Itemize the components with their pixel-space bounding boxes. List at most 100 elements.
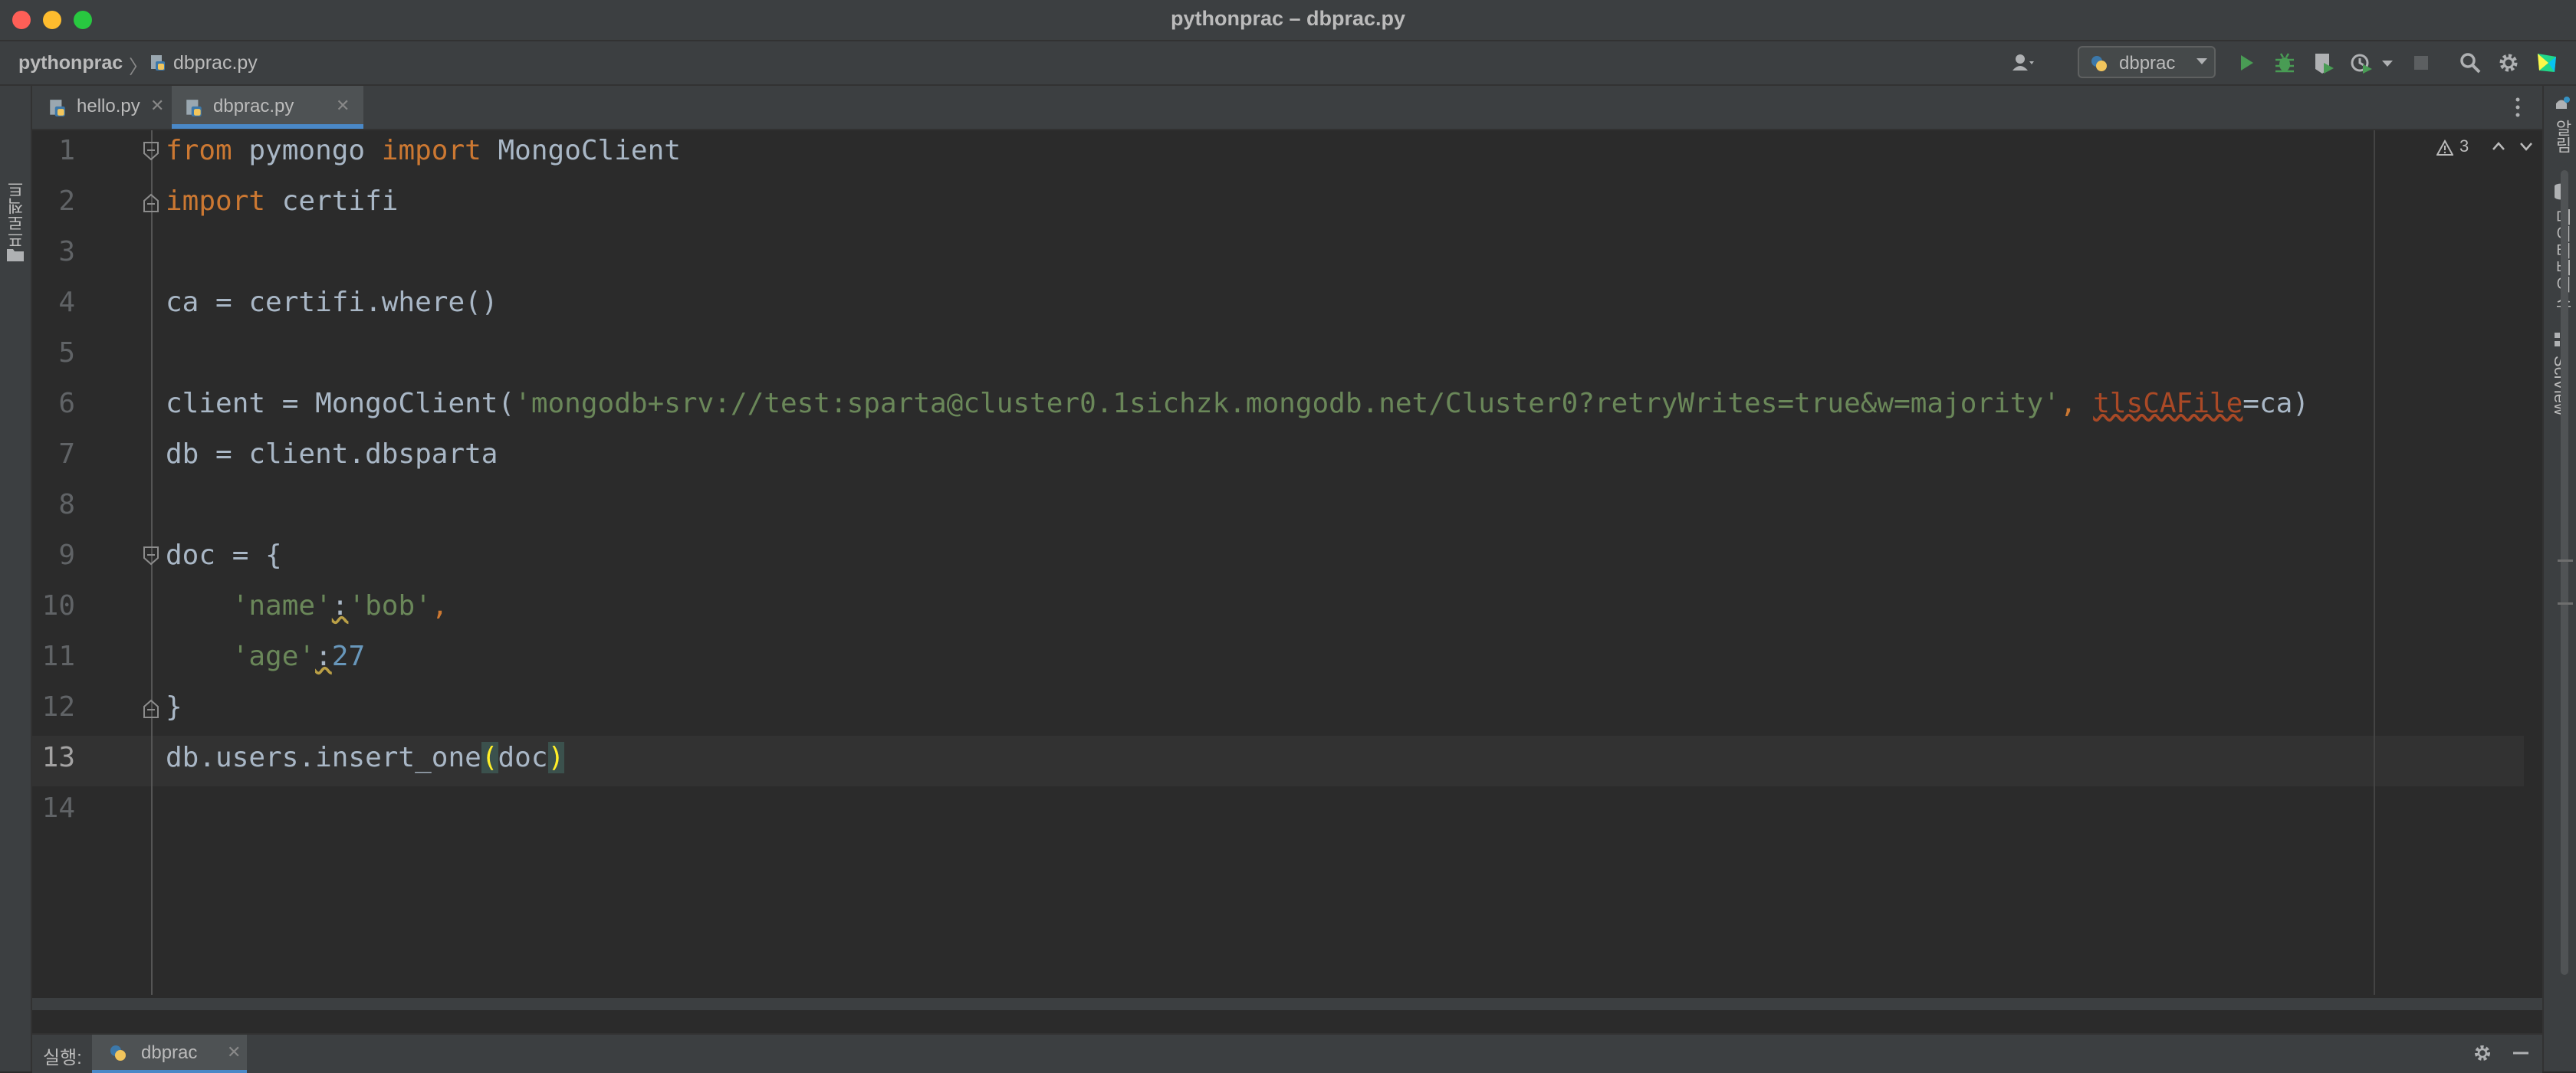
code-line-11: 'age':27 bbox=[166, 641, 365, 672]
line-number: 6 bbox=[58, 388, 75, 419]
line-number: 3 bbox=[58, 236, 75, 267]
breadcrumb-file[interactable]: dbprac.py bbox=[173, 52, 258, 74]
chevron-down-icon[interactable] bbox=[2518, 138, 2535, 155]
scroll-marker bbox=[2558, 602, 2573, 605]
code-line-6: client = MongoClient('mongodb+srv://test… bbox=[166, 388, 2309, 419]
line-number: 12 bbox=[41, 691, 75, 723]
code-text: : bbox=[331, 590, 349, 622]
line-number-current: 13 bbox=[41, 742, 75, 773]
gear-icon[interactable] bbox=[2472, 1042, 2493, 1064]
more-vert-icon[interactable] bbox=[2513, 94, 2522, 121]
right-margin-guide bbox=[2374, 130, 2375, 995]
line-number: 11 bbox=[41, 641, 75, 672]
gear-icon[interactable] bbox=[2496, 51, 2521, 75]
code-editor[interactable]: 1 2 3 4 5 6 7 8 9 10 11 12 13 14 from py… bbox=[32, 130, 2573, 995]
code-text: , bbox=[2059, 388, 2094, 419]
line-number: 8 bbox=[58, 489, 75, 520]
run-tab-label: dbprac bbox=[141, 1042, 198, 1063]
code-line-13: db.users.insert_one(doc) bbox=[166, 742, 565, 773]
minimize-icon[interactable] bbox=[2510, 1042, 2532, 1064]
matched-brace: ) bbox=[547, 742, 565, 773]
fold-icon[interactable] bbox=[141, 141, 161, 162]
code-text: doc bbox=[498, 742, 548, 773]
close-icon[interactable]: ✕ bbox=[227, 1042, 241, 1062]
warning-icon[interactable] bbox=[2436, 139, 2453, 156]
code-text: , bbox=[431, 590, 449, 622]
chevron-down-icon[interactable] bbox=[2380, 51, 2395, 75]
run-panel: 실행: dbprac ✕ bbox=[32, 1033, 2542, 1073]
right-tool-stripe: 알림 데이터베이스 SciView bbox=[2542, 86, 2576, 1071]
chevron-down-icon bbox=[2196, 58, 2207, 64]
line-number: 9 bbox=[58, 540, 75, 571]
parameter-name: tlsCAFile bbox=[2093, 388, 2243, 419]
code-line-1: from pymongo import MongoClient bbox=[166, 135, 681, 166]
scroll-marker bbox=[2558, 559, 2573, 562]
fold-icon[interactable] bbox=[141, 697, 161, 719]
line-number: 5 bbox=[58, 337, 75, 369]
tab-label: hello.py bbox=[77, 96, 140, 116]
line-number: 2 bbox=[58, 185, 75, 217]
close-icon[interactable]: ✕ bbox=[336, 96, 350, 116]
fold-icon[interactable] bbox=[141, 192, 161, 213]
window-title: pythonprac – dbprac.py bbox=[1170, 7, 1406, 30]
navigation-bar: pythonprac 〉 dbprac.py dbprac bbox=[0, 41, 2576, 86]
code-text: db.users.insert_one bbox=[166, 742, 481, 773]
fold-icon[interactable] bbox=[141, 546, 161, 567]
project-tool-button[interactable]: 프로젝트 bbox=[5, 181, 29, 248]
line-number: 4 bbox=[58, 287, 75, 318]
run-tab-dbprac[interactable]: dbprac ✕ bbox=[92, 1035, 247, 1073]
debug-icon[interactable] bbox=[2272, 51, 2297, 75]
code-text: MongoClient bbox=[481, 135, 681, 166]
code-text: pymongo bbox=[232, 135, 382, 166]
keyword: import bbox=[166, 185, 266, 217]
code-text: =ca) bbox=[2242, 388, 2309, 419]
code-line-2: import certifi bbox=[166, 185, 398, 217]
chevron-up-icon[interactable] bbox=[2490, 138, 2507, 155]
notifications-tool-button[interactable]: 알림 bbox=[2550, 120, 2574, 153]
code-line-10: 'name':'bob', bbox=[166, 590, 449, 622]
run-config-selector[interactable]: dbprac bbox=[2078, 46, 2216, 78]
breadcrumb-project[interactable]: pythonprac bbox=[18, 52, 123, 74]
search-icon[interactable] bbox=[2458, 51, 2482, 75]
line-number: 10 bbox=[41, 590, 75, 622]
code-line-7: db = client.dbsparta bbox=[166, 438, 498, 470]
string-literal: 'age' bbox=[232, 641, 316, 672]
code-text: doc = { bbox=[166, 540, 282, 571]
editor-tabs: hello.py ✕ dbprac.py ✕ bbox=[32, 86, 2542, 130]
run-config-label: dbprac bbox=[2119, 53, 2176, 74]
warning-count[interactable]: 3 bbox=[2459, 136, 2469, 156]
code-line-4: ca = certifi.where() bbox=[166, 287, 498, 318]
code-text: : bbox=[315, 641, 332, 672]
code-text: db = client.dbsparta bbox=[166, 438, 498, 470]
editor-bottom-bar bbox=[32, 998, 2542, 1010]
number-literal: 27 bbox=[331, 641, 366, 672]
coverage-icon[interactable] bbox=[2311, 51, 2335, 75]
tab-dbprac-py[interactable]: dbprac.py ✕ bbox=[172, 86, 363, 129]
notifications-icon bbox=[2556, 97, 2570, 109]
user-icon[interactable] bbox=[2010, 51, 2035, 75]
python-file-icon bbox=[110, 1045, 126, 1061]
close-icon[interactable]: ✕ bbox=[150, 96, 164, 116]
string-literal: 'mongodb+srv://test:sparta@cluster0.1sic… bbox=[514, 388, 2060, 419]
vertical-scrollbar[interactable] bbox=[2561, 170, 2568, 975]
folder-icon bbox=[7, 249, 24, 261]
python-file-icon bbox=[50, 100, 65, 116]
stop-icon[interactable] bbox=[2409, 51, 2433, 75]
code-text: client = MongoClient( bbox=[166, 388, 515, 419]
string-literal: 'name' bbox=[232, 590, 332, 622]
title-bar: pythonprac – dbprac.py bbox=[0, 0, 2576, 41]
run-panel-label: 실행: bbox=[43, 1048, 82, 1068]
profile-icon[interactable] bbox=[2349, 51, 2374, 75]
python-file-icon bbox=[186, 100, 202, 116]
tab-hello-py[interactable]: hello.py ✕ bbox=[35, 86, 170, 129]
python-file-icon bbox=[2091, 56, 2107, 71]
line-number: 1 bbox=[58, 135, 75, 166]
line-number: 7 bbox=[58, 438, 75, 470]
jetbrains-logo-icon[interactable] bbox=[2535, 51, 2559, 75]
code-line-12: } bbox=[166, 691, 182, 723]
code-text: ca = certifi.where() bbox=[166, 287, 498, 318]
keyword: import bbox=[381, 135, 481, 166]
run-icon[interactable] bbox=[2234, 51, 2259, 75]
line-number: 14 bbox=[41, 792, 75, 824]
